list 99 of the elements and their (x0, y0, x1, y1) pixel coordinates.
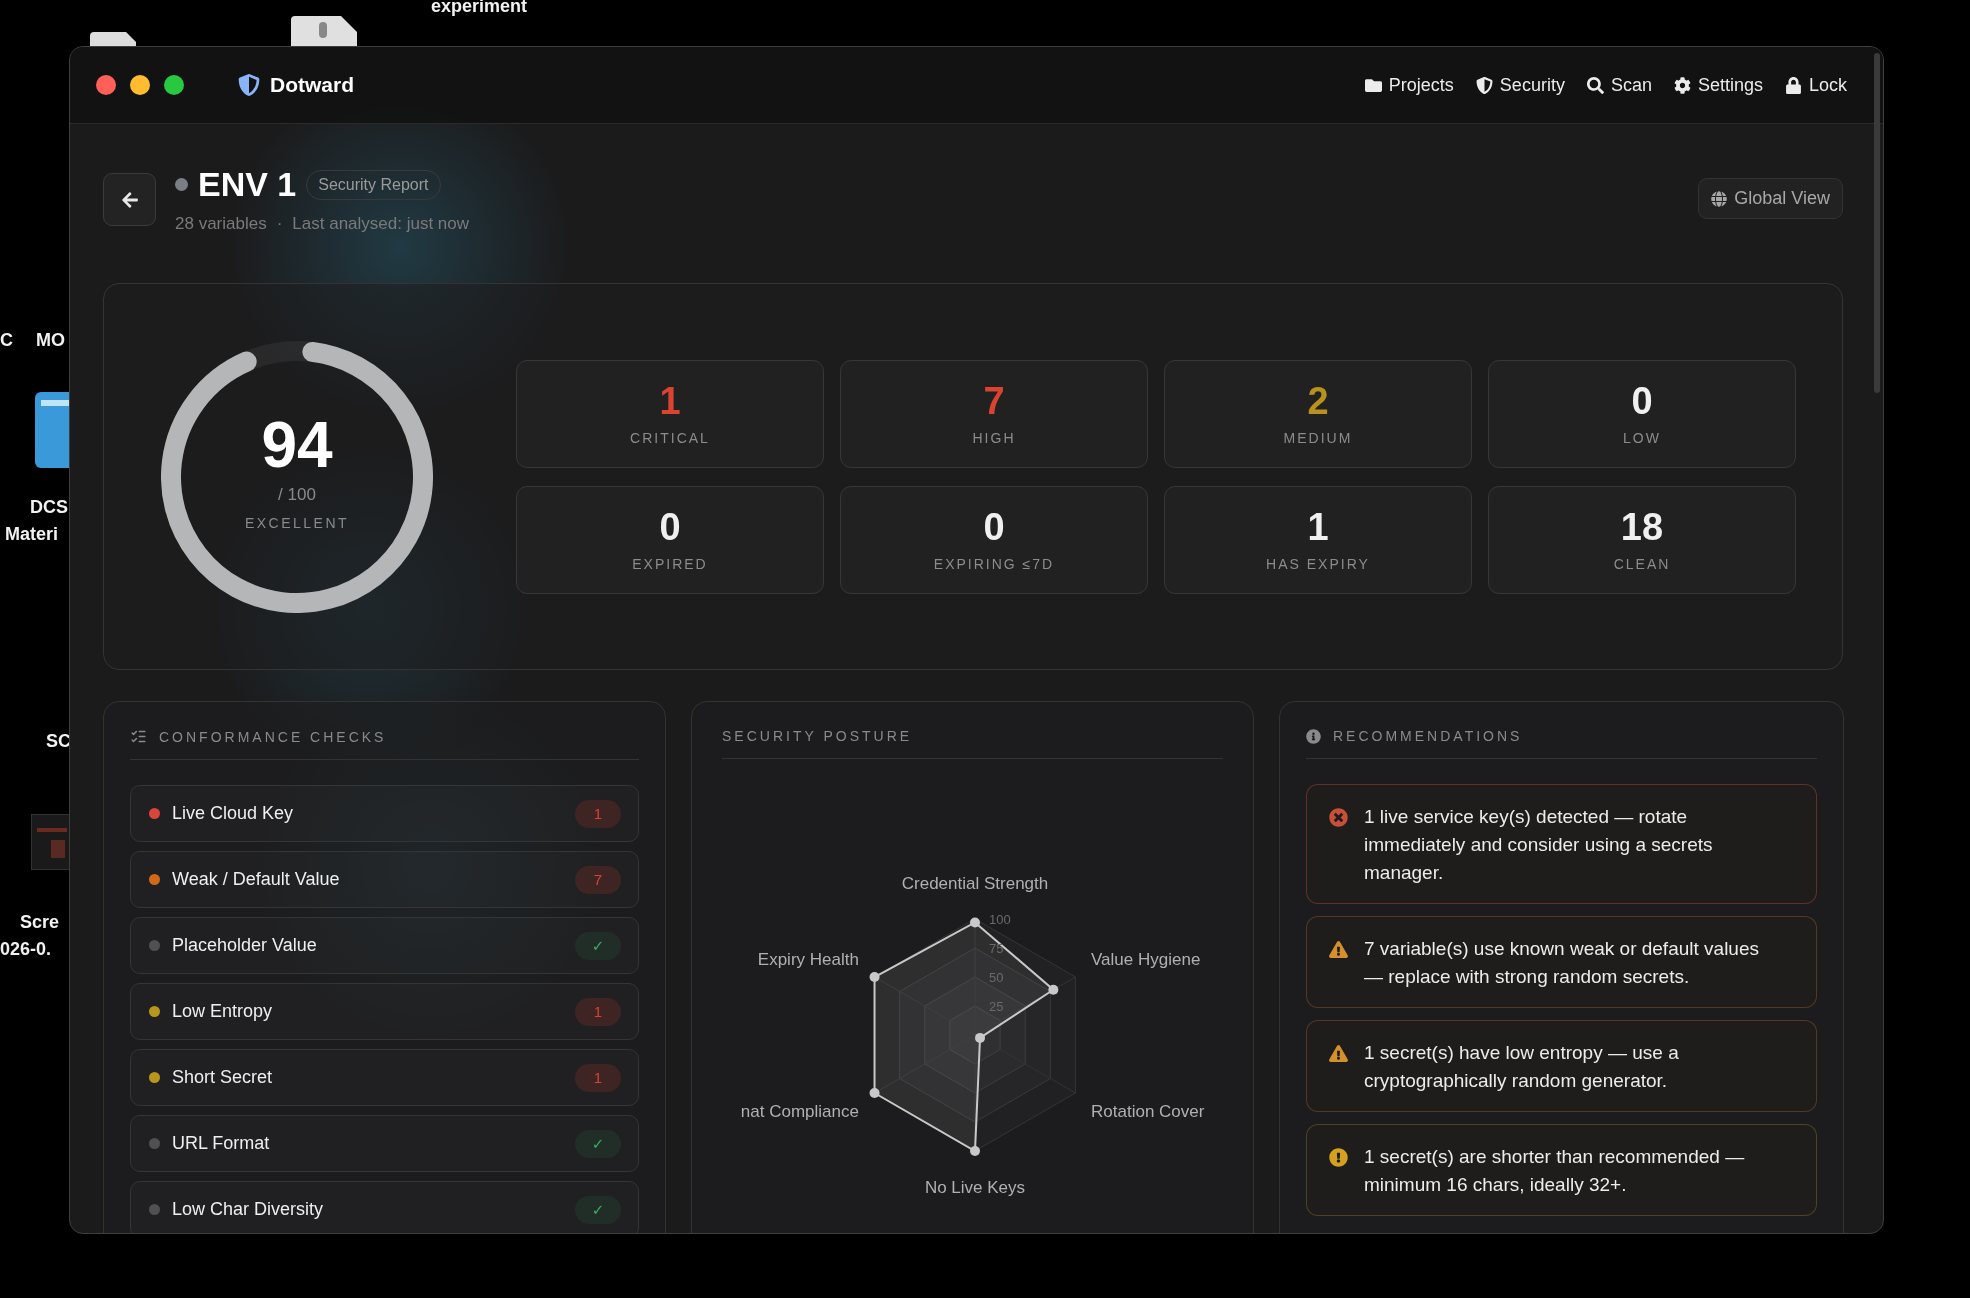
settings-icon (1673, 76, 1691, 94)
warning-icon (1329, 1044, 1348, 1063)
recommendation-text: 1 live service key(s) detected — rotate immediately and consider using a secrets manager. (1364, 805, 1714, 885)
check-label: Low Entropy (172, 1001, 273, 1022)
global-view-button[interactable]: Global View (1698, 178, 1843, 219)
panel-title: RECOMMENDATIONS (1333, 728, 1523, 744)
data-point (869, 972, 880, 982)
globe-icon (1711, 190, 1728, 207)
panel-title: CONFORMANCE CHECKS (159, 728, 387, 745)
env-title: ENV 1 (198, 165, 297, 204)
data-point (1048, 984, 1059, 995)
desktop-label: Scre (20, 912, 60, 933)
separator: · (276, 214, 283, 234)
stat-value: 2 (1307, 381, 1329, 420)
zoom-button[interactable] (164, 75, 184, 95)
warning-icon (1329, 940, 1348, 959)
count-badge: 7 (575, 865, 621, 894)
check-row[interactable]: Weak / Default Value 7 (130, 851, 639, 908)
shield-logo-icon (238, 74, 260, 96)
back-button[interactable] (103, 173, 156, 226)
desktop-label: MO (36, 330, 65, 351)
check-label: Weak / Default Value (172, 869, 340, 890)
file-icon (289, 14, 359, 48)
check-row[interactable]: Low Entropy 1 (130, 983, 639, 1040)
app-name: Dotward (270, 73, 354, 97)
stat-value: 0 (659, 507, 681, 546)
lock-icon (1784, 76, 1802, 94)
nav-link[interactable]: Scan (1586, 74, 1652, 96)
nav-link[interactable]: Projects (1364, 74, 1454, 96)
stat-label: EXPIRING ≤7D (933, 555, 1055, 572)
check-label: Short Secret (172, 1067, 273, 1088)
check-row[interactable]: Live Cloud Key 1 (130, 785, 639, 842)
recommendation-text: 1 secret(s) have low entropy — use a cryptographically random generator. (1364, 1041, 1680, 1093)
stat-value: 7 (983, 381, 1005, 420)
stat-value: 0 (1631, 381, 1653, 420)
back-arrow-icon (120, 190, 139, 209)
pass-badge: ✓ (575, 931, 621, 960)
check-label: Live Cloud Key (172, 803, 294, 824)
desktop-label: Materi (5, 524, 58, 545)
count-badge: 1 (575, 799, 621, 828)
axis-label: Expiry Health (757, 950, 859, 969)
stat-label: LOW (1623, 429, 1661, 446)
check-label: Low Char Diversity (172, 1199, 324, 1220)
recommendation-text: 7 variable(s) use known weak or default values — replace with strong random secrets. (1364, 937, 1760, 989)
stat-label: CLEAN (1613, 555, 1671, 572)
variable-count: 28 variables (175, 214, 267, 234)
tick-label: 75 (989, 941, 1004, 956)
stat-value: 18 (1620, 507, 1664, 546)
tick-label: 100 (989, 912, 1011, 927)
count-badge: 1 (575, 997, 621, 1026)
axis-label: nat Compliance (740, 1102, 859, 1121)
count-badge: 1 (575, 1063, 621, 1092)
check-label: Placeholder Value (172, 935, 317, 956)
axis-label: Value Hygiene (1091, 950, 1201, 969)
recommendation-text: 1 secret(s) are shorter than recommended — minimum 16 chars, ideally 32+. (1364, 1145, 1746, 1197)
desktop-label: DCS (30, 497, 68, 518)
stat-label: EXPIRED (632, 555, 708, 572)
data-point (970, 917, 980, 928)
search-icon (1586, 76, 1604, 94)
nav-link[interactable]: Lock (1784, 74, 1847, 96)
data-point (869, 1088, 880, 1098)
data-point (975, 1032, 985, 1043)
panel-title: SECURITY POSTURE (722, 728, 913, 744)
score-value: 94 (261, 412, 333, 477)
stat-value: 1 (659, 381, 681, 420)
stat-value: 1 (1307, 507, 1329, 546)
close-button[interactable] (96, 75, 116, 95)
score-max: / 100 (278, 484, 316, 505)
data-point (970, 1146, 980, 1156)
check-label: URL Format (172, 1133, 270, 1154)
desktop-label: SC (46, 731, 71, 752)
check-row[interactable]: Placeholder Value ✓ (130, 917, 639, 974)
minimize-button[interactable] (130, 75, 150, 95)
check-row[interactable]: URL Format ✓ (130, 1115, 639, 1172)
stat-label: CRITICAL (630, 429, 710, 446)
axis-label: Rotation Cover (1091, 1102, 1205, 1121)
stat-value: 0 (983, 507, 1005, 546)
pass-badge: ✓ (575, 1129, 621, 1158)
nav-link[interactable]: Security (1475, 74, 1565, 96)
checklist-icon (130, 728, 147, 745)
stat-label: HAS EXPIRY (1266, 555, 1370, 572)
stat-label: MEDIUM (1283, 429, 1353, 446)
status-dot (175, 178, 188, 191)
axis-label: Credential Strength (901, 874, 1049, 893)
tick-label: 50 (989, 970, 1004, 985)
axis-label: No Live Keys (924, 1178, 1026, 1197)
score-rating: EXCELLENT (244, 514, 350, 531)
shield-icon (1475, 76, 1493, 94)
desktop-label: C (0, 330, 13, 351)
check-row[interactable]: Short Secret 1 (130, 1049, 639, 1106)
nav-link[interactable]: Settings (1673, 74, 1763, 96)
last-analysed: Last analysed: just now (292, 214, 470, 234)
pass-badge: ✓ (575, 1195, 621, 1224)
stat-label: HIGH (972, 429, 1016, 446)
info-icon (1306, 728, 1321, 744)
check-row[interactable]: Low Char Diversity ✓ (130, 1181, 639, 1233)
scrollbar-thumb[interactable] (1874, 53, 1880, 393)
desktop-label: 026-0. (0, 939, 52, 960)
folder-icon (1364, 76, 1382, 94)
